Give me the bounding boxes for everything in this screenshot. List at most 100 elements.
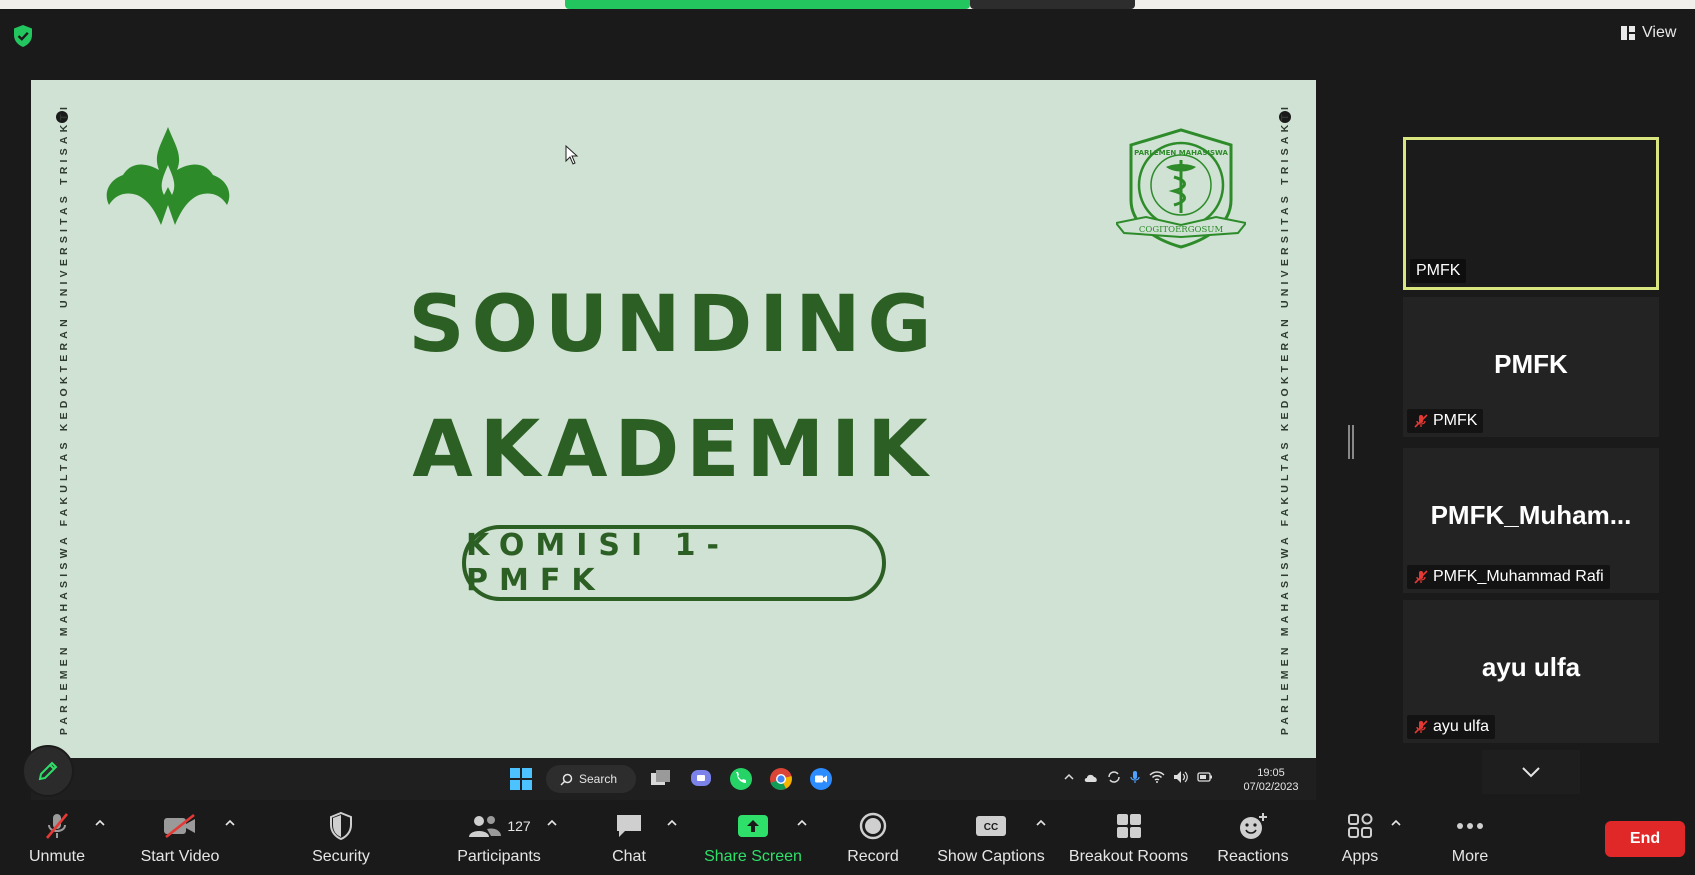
participants-options-caret-icon[interactable] (545, 816, 559, 830)
view-button[interactable]: View (1620, 20, 1676, 46)
closed-captions-icon: CC (976, 816, 1006, 836)
start-video-button[interactable]: Start Video (135, 810, 225, 870)
record-icon (859, 812, 887, 840)
show-captions-label: Show Captions (937, 848, 1045, 865)
participant-name-tag: ayu ulfa (1407, 715, 1496, 739)
participants-label: Participants (457, 848, 541, 865)
apps-button[interactable]: Apps (1335, 810, 1385, 870)
meeting-controls-bar: Unmute Start Video Security 127 Particip… (0, 800, 1695, 875)
clock-date: 07/02/2023 (1243, 781, 1299, 793)
muted-microphone-icon (1414, 570, 1428, 584)
slide-title-line2: AKADEMIK (412, 405, 935, 495)
participant-tile[interactable]: PMFK PMFK (1403, 297, 1659, 437)
reactions-button[interactable]: Reactions (1215, 810, 1291, 870)
taskbar-search-label: Search (579, 772, 618, 786)
share-screen-button[interactable]: Share Screen (702, 810, 804, 870)
video-off-icon (164, 813, 195, 839)
captions-options-caret-icon[interactable] (1034, 816, 1048, 830)
audio-options-caret-icon[interactable] (93, 816, 107, 830)
mouse-cursor-icon (565, 145, 579, 165)
unmute-label: Unmute (28, 848, 86, 865)
taskbar-search: Search (546, 765, 636, 793)
panel-resize-handle[interactable] (1348, 425, 1354, 459)
slide-title-line1: SOUNDING (408, 280, 939, 370)
search-icon (560, 773, 573, 786)
participant-display-name: PMFK_Muham... (1430, 500, 1632, 530)
sync-icon (1108, 771, 1120, 783)
slide-subtitle-text: KOMISI 1- PMFK (466, 528, 730, 598)
wifi-icon (1149, 771, 1165, 783)
zoom-meeting-window: View PARLEMEN MAHASISWA FAKULTAS KEDOKTE… (0, 0, 1695, 875)
end-label: End (1629, 830, 1661, 847)
slide-subtitle-pill: KOMISI 1- PMFK (462, 525, 886, 601)
trisakti-logo-icon (106, 127, 230, 225)
breakout-rooms-icon (1116, 814, 1141, 838)
shared-windows-taskbar: Search 19:05 07/02/2023 (31, 758, 1316, 800)
more-dots-icon (1457, 823, 1483, 829)
pencil-icon (38, 761, 58, 781)
onedrive-cloud-icon (1084, 774, 1097, 782)
chat-button[interactable]: Chat (604, 810, 654, 870)
whatsapp-icon (726, 764, 756, 794)
chat-options-caret-icon[interactable] (665, 816, 679, 830)
participant-tile[interactable]: PMFK_Muham... PMFK_Muhammad Rafi (1403, 448, 1659, 593)
microphone-icon (1130, 771, 1140, 783)
taskbar-clock: 19:05 07/02/2023 (1236, 766, 1306, 794)
participant-display-name: ayu ulfa (1481, 652, 1581, 682)
zoom-app-icon (806, 764, 836, 794)
participant-name-tag: PMFK_Muhammad Rafi (1407, 565, 1610, 589)
view-grid-icon (1621, 26, 1635, 40)
participant-name-tag: PMFK (1407, 409, 1484, 433)
seal-motto: COGITOERGOSUM (1139, 225, 1224, 235)
video-options-caret-icon[interactable] (223, 816, 237, 830)
muted-microphone-icon (1414, 414, 1428, 428)
emoji-reactions-icon (1240, 813, 1267, 839)
participant-name: PMFK (1433, 412, 1478, 429)
sharing-banner[interactable] (565, 0, 970, 9)
pmfk-seal-icon: PARLEMEN MAHASISWA COGITOERGOSUM (1116, 128, 1246, 249)
clock-time: 19:05 (1257, 767, 1285, 779)
tray-chevron-up-icon (1064, 773, 1074, 780)
participants-icon (469, 816, 502, 837)
show-captions-button[interactable]: CC Show Captions (935, 810, 1047, 870)
security-button[interactable]: Security (305, 810, 377, 870)
reactions-label: Reactions (1217, 848, 1289, 865)
start-video-label: Start Video (140, 848, 220, 865)
chat-bubble-icon (617, 815, 641, 837)
muted-microphone-icon (46, 813, 68, 839)
chevron-down-icon (1522, 767, 1540, 778)
apps-icon (1348, 813, 1373, 838)
breakout-rooms-label: Breakout Rooms (1068, 848, 1189, 865)
apps-options-caret-icon[interactable] (1389, 816, 1403, 830)
share-screen-icon (738, 815, 768, 837)
more-button[interactable]: More (1445, 810, 1495, 870)
participant-name: PMFK (1416, 262, 1461, 279)
muted-microphone-icon (1414, 720, 1428, 734)
participant-name: PMFK_Muhammad Rafi (1433, 568, 1604, 585)
view-label: View (1642, 24, 1677, 41)
volume-icon (1174, 771, 1188, 783)
participants-count: 127 (507, 818, 531, 834)
more-label: More (1451, 848, 1489, 865)
participant-name-tag: PMFK (1410, 259, 1467, 283)
task-view-icon (646, 764, 676, 794)
encryption-shield-icon[interactable] (12, 24, 34, 48)
participants-scroll-down-button[interactable] (1482, 750, 1580, 794)
chat-label: Chat (612, 848, 646, 865)
annotate-button[interactable] (22, 745, 74, 797)
share-options-caret-icon[interactable] (795, 816, 809, 830)
unmute-button[interactable]: Unmute (22, 810, 92, 870)
shield-icon (330, 811, 352, 841)
participant-tile-active[interactable]: PMFK (1403, 137, 1659, 290)
end-meeting-button[interactable]: End (1605, 821, 1685, 857)
seal-top-text: PARLEMEN MAHASISWA (1134, 149, 1228, 157)
participant-tile[interactable]: ayu ulfa ayu ulfa (1403, 600, 1659, 743)
record-button[interactable]: Record (842, 810, 904, 870)
windows-start-icon (506, 764, 536, 794)
participant-display-name: PMFK (1494, 349, 1568, 379)
breakout-rooms-button[interactable]: Breakout Rooms (1066, 810, 1191, 870)
sharing-banner-action[interactable] (970, 0, 1135, 9)
apps-label: Apps (1341, 848, 1379, 865)
shared-screen-slide: PARLEMEN MAHASISWA FAKULTAS KEDOKTERAN U… (31, 80, 1316, 758)
chrome-icon (766, 764, 796, 794)
